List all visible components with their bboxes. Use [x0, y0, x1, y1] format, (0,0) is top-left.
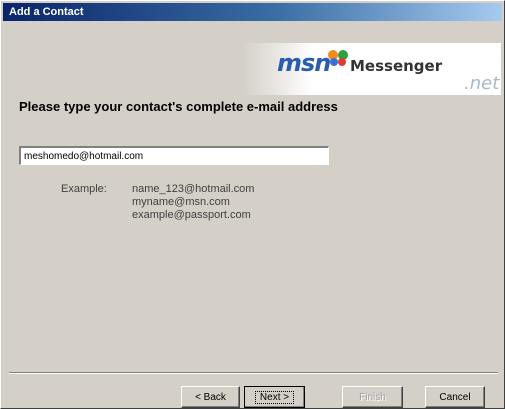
back-button[interactable]: < Back — [181, 386, 240, 408]
logo-suffix: .net — [464, 73, 500, 94]
title-bar[interactable]: Add a Contact — [3, 3, 502, 21]
example-list: name_123@hotmail.com myname@msn.com exam… — [132, 183, 254, 222]
logo-brand: msn — [277, 49, 331, 77]
next-button-label: Next > — [254, 390, 295, 404]
example-item: example@passport.com — [132, 209, 251, 221]
add-contact-dialog: Add a Contact msn Messenger .net Please … — [0, 0, 505, 409]
example-item: name_123@hotmail.com — [132, 183, 255, 195]
example-item: myname@msn.com — [132, 196, 230, 208]
finish-button[interactable]: Finish — [342, 386, 403, 408]
button-separator — [9, 372, 498, 374]
cancel-button[interactable]: Cancel — [425, 386, 485, 408]
butterfly-icon — [328, 50, 348, 66]
instruction-heading: Please type your contact's complete e-ma… — [19, 99, 338, 114]
example-label: Example: — [61, 183, 107, 195]
email-input[interactable] — [19, 146, 329, 165]
logo-product: Messenger — [350, 57, 443, 75]
msn-messenger-logo: msn Messenger .net — [243, 43, 501, 95]
next-button[interactable]: Next > — [244, 386, 305, 408]
window-title: Add a Contact — [9, 6, 84, 18]
